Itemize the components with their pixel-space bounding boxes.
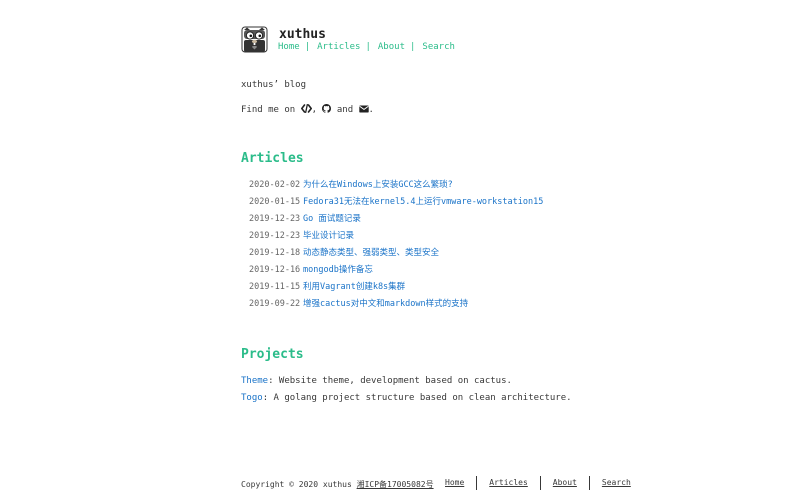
post-date: 2019-12-18	[249, 248, 301, 258]
main-nav: Home | Articles | About | Search	[278, 42, 455, 52]
list-item: 2019-12-16 mongodb操作备忘	[249, 265, 543, 282]
post-link[interactable]: 毕业设计记录	[303, 231, 354, 241]
post-link[interactable]: mongodb操作备忘	[303, 265, 373, 275]
list-item: 2019-12-23 Go 面试题记录	[249, 214, 543, 231]
footer-articles-link[interactable]: Articles	[489, 473, 528, 492]
gopher-logo-icon[interactable]	[241, 26, 268, 53]
nav-home-link[interactable]: Home	[278, 42, 300, 52]
intro-section: xuthus’ blog Find me on , and .	[241, 80, 374, 115]
post-link[interactable]: Go 面试题记录	[303, 214, 361, 224]
code-icon[interactable]	[300, 103, 312, 115]
project-list: Theme: Website theme, development based …	[241, 376, 572, 410]
project-item: Theme: Website theme, development based …	[241, 376, 572, 393]
nav-about-link[interactable]: About	[378, 42, 405, 52]
find-me-end: .	[368, 105, 374, 115]
find-me-prefix: Find me on	[241, 105, 301, 115]
site-title[interactable]: xuthus	[279, 27, 326, 42]
nav-search-link[interactable]: Search	[422, 42, 455, 52]
footer-nav-divider	[588, 475, 590, 490]
blog-tagline: xuthus’ blog	[241, 80, 307, 90]
list-item: 2020-01-15 Fedora31无法在kernel5.4上运行vmware-…	[249, 197, 543, 214]
project-description: : Website theme, development based on ca…	[268, 376, 512, 386]
post-link[interactable]: 动态静态类型、强弱类型、类型安全	[303, 248, 439, 258]
articles-heading: Articles	[241, 151, 304, 166]
footer-nav-divider	[539, 475, 541, 490]
project-item: Togo: A golang project structure based o…	[241, 393, 572, 410]
nav-articles-link[interactable]: Articles	[317, 42, 360, 52]
find-me-sep: ,	[311, 105, 323, 115]
article-list: 2020-02-02 为什么在Windows上安装GCC这么繁琐? 2020-01…	[249, 180, 543, 316]
post-date: 2019-11-15	[249, 282, 301, 292]
footer-icp-link[interactable]: 湘ICP备17005082号	[357, 480, 434, 489]
post-date: 2019-12-23	[249, 231, 301, 241]
post-link[interactable]: 增强cactus对中文和markdown样式的支持	[303, 299, 468, 309]
project-description: : A golang project structure based on cl…	[262, 393, 572, 403]
post-link[interactable]: Fedora31无法在kernel5.4上运行vmware-workstatio…	[303, 197, 543, 207]
list-item: 2019-12-23 毕业设计记录	[249, 231, 543, 248]
list-item: 2019-11-15 利用Vagrant创建k8s集群	[249, 282, 543, 299]
nav-separator: |	[409, 42, 416, 52]
post-date: 2019-09-22	[249, 299, 301, 309]
footer-copyright: Copyright © 2020 xuthus	[241, 480, 357, 489]
post-link[interactable]: 为什么在Windows上安装GCC这么繁琐?	[303, 180, 453, 190]
footer-nav: Home Articles About Search	[445, 473, 631, 492]
footer-about-link[interactable]: About	[553, 473, 577, 492]
list-item: 2019-09-22 增强cactus对中文和markdown样式的支持	[249, 299, 543, 316]
list-item: 2020-02-02 为什么在Windows上安装GCC这么繁琐?	[249, 180, 543, 197]
post-link[interactable]: 利用Vagrant创建k8s集群	[303, 282, 405, 292]
footer-home-link[interactable]: Home	[445, 473, 464, 492]
post-date: 2019-12-23	[249, 214, 301, 224]
list-item: 2019-12-18 动态静态类型、强弱类型、类型安全	[249, 248, 543, 265]
footer-nav-divider	[476, 475, 478, 490]
post-date: 2020-01-15	[249, 197, 301, 207]
projects-heading: Projects	[241, 347, 304, 362]
nav-separator: |	[365, 42, 371, 52]
find-me-line: Find me on , and .	[241, 103, 374, 115]
site-footer: Copyright © 2020 xuthus 湘ICP备17005082号 H…	[241, 475, 631, 490]
nav-separator: |	[304, 42, 311, 52]
project-link[interactable]: Togo	[241, 393, 263, 403]
find-me-and: and	[331, 105, 359, 115]
post-date: 2020-02-02	[249, 180, 301, 190]
envelope-icon[interactable]	[358, 105, 369, 115]
footer-search-link[interactable]: Search	[602, 473, 631, 492]
post-date: 2019-12-16	[249, 265, 301, 275]
project-link[interactable]: Theme	[241, 376, 268, 386]
